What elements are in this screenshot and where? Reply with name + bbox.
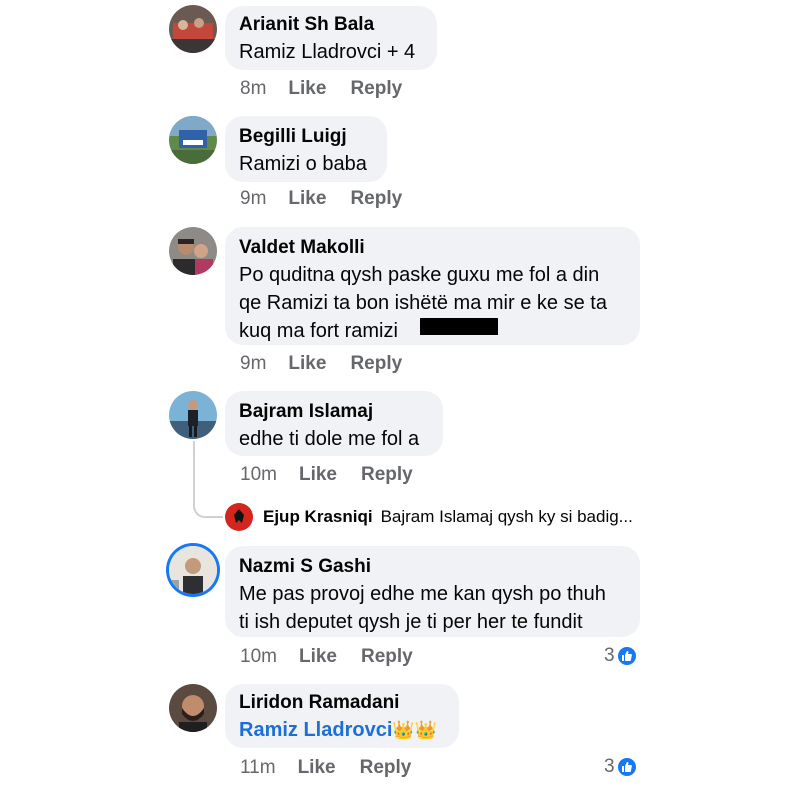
comment-time[interactable]: 9m xyxy=(240,188,266,210)
avatar[interactable] xyxy=(169,391,217,439)
reply-author[interactable]: Ejup Krasniqi xyxy=(263,507,373,527)
comment-author[interactable]: Bajram Islamaj xyxy=(239,399,427,425)
reaction-number: 3 xyxy=(604,645,615,666)
comment-author[interactable]: Begilli Luigj xyxy=(239,124,371,150)
avatar[interactable] xyxy=(169,227,217,275)
reply-button[interactable]: Reply xyxy=(361,646,413,668)
reply-button[interactable]: Reply xyxy=(361,464,413,486)
comment-actions: 9m Like Reply xyxy=(240,188,426,210)
crown-emoji: 👑👑 xyxy=(392,720,438,740)
comment-bubble: Bajram Islamaj edhe ti dole me fol a xyxy=(225,391,443,456)
comment-text-line: ti ish deputet qysh je ti per her te fun… xyxy=(239,611,583,633)
avatar[interactable] xyxy=(169,546,217,594)
comment-actions: 9m Like Reply xyxy=(240,353,426,375)
comment-actions: 10m Like Reply xyxy=(240,646,437,668)
reply-button[interactable]: Reply xyxy=(350,188,402,210)
comment-author[interactable]: Valdet Makolli xyxy=(239,235,624,261)
reply-button[interactable]: Reply xyxy=(360,757,412,779)
reply-button[interactable]: Reply xyxy=(350,353,402,375)
comment-actions: 10m Like Reply xyxy=(240,464,437,486)
comment-time[interactable]: 9m xyxy=(240,353,266,375)
avatar[interactable] xyxy=(169,5,217,53)
comment-bubble: Begilli Luigj Ramizi o baba xyxy=(225,116,387,182)
comment-text-line: Me pas provoj edhe me kan qysh po thuh xyxy=(239,583,606,605)
avatar[interactable] xyxy=(225,503,253,531)
mention-link[interactable]: Ramiz Lladrovci xyxy=(239,719,392,741)
comment-text: Ramizi o baba xyxy=(239,153,367,175)
comment-time[interactable]: 11m xyxy=(240,757,276,779)
comment-time[interactable]: 10m xyxy=(240,646,277,668)
comment-time[interactable]: 8m xyxy=(240,78,266,100)
like-button[interactable]: Like xyxy=(288,353,326,375)
like-button[interactable]: Like xyxy=(288,188,326,210)
reaction-number: 3 xyxy=(604,756,615,777)
thumbs-up-icon xyxy=(617,647,636,665)
reply-preview[interactable]: Ejup Krasniqi Bajram Islamaj qysh ky si … xyxy=(225,503,633,531)
thumbs-up-icon xyxy=(617,758,636,776)
comment-text: Ramiz Lladrovci + 4 xyxy=(239,41,416,63)
comment-bubble: Nazmi S Gashi Me pas provoj edhe me kan … xyxy=(225,546,640,637)
comment-bubble: Liridon Ramadani Ramiz Lladrovci👑👑 xyxy=(225,684,459,748)
comment-text: Ramiz Lladrovci👑👑 xyxy=(239,716,443,744)
comment-time[interactable]: 10m xyxy=(240,464,277,486)
comment-text-line: qe Ramizi ta bon ishëtë ma mir e ke se t… xyxy=(239,292,607,314)
like-button[interactable]: Like xyxy=(298,757,336,779)
comment-text: edhe ti dole me fol a xyxy=(239,428,420,450)
comment-actions: 8m Like Reply xyxy=(240,78,426,100)
like-button[interactable]: Like xyxy=(299,464,337,486)
comment-author[interactable]: Liridon Ramadani xyxy=(239,690,443,716)
avatar[interactable] xyxy=(169,684,217,732)
comment-actions: 11m Like Reply xyxy=(240,757,435,779)
reply-snippet: Bajram Islamaj qysh ky si badig... xyxy=(380,507,633,526)
reaction-count[interactable]: 3 xyxy=(604,645,636,667)
comment-author[interactable]: Nazmi S Gashi xyxy=(239,554,624,580)
reply-thread-line xyxy=(193,441,223,518)
comment-bubble: Arianit Sh Bala Ramiz Lladrovci + 4 xyxy=(225,6,437,70)
comment-text-line: Po quditna qysh paske guxu me fol a din xyxy=(239,264,600,286)
avatar[interactable] xyxy=(169,116,217,164)
like-button[interactable]: Like xyxy=(288,78,326,100)
redaction-mark xyxy=(420,318,498,335)
reaction-count[interactable]: 3 xyxy=(604,756,636,778)
comment-author[interactable]: Arianit Sh Bala xyxy=(239,12,421,38)
reply-button[interactable]: Reply xyxy=(350,78,402,100)
like-button[interactable]: Like xyxy=(299,646,337,668)
